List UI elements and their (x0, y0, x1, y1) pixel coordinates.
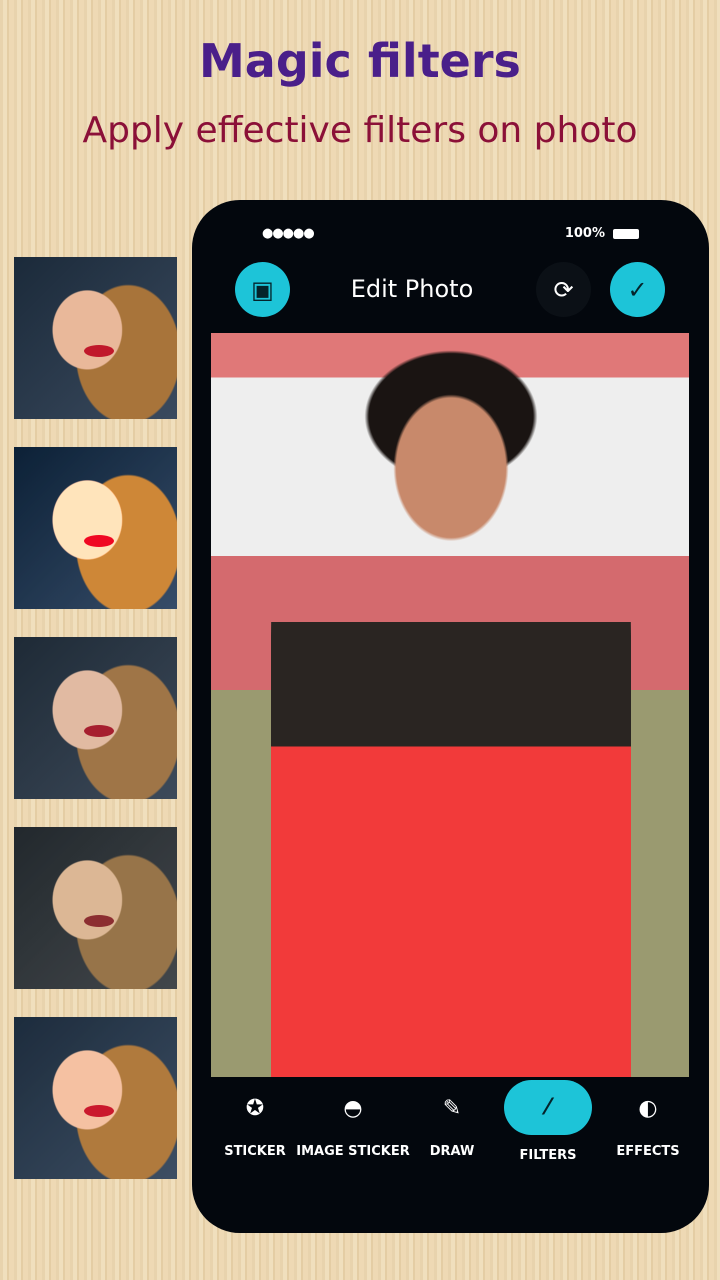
sticker-icon: ✪ (245, 1095, 265, 1121)
magic-wand-icon: ⁄ (504, 1080, 592, 1135)
tool-draw[interactable]: ✎ DRAW (417, 1080, 487, 1160)
filter-thumbnail[interactable] (14, 447, 177, 609)
refresh-icon: ⟳ (553, 275, 574, 304)
battery-icon (613, 228, 639, 239)
filter-thumbnail[interactable] (14, 1017, 177, 1179)
filter-thumbnail[interactable] (14, 257, 177, 419)
battery-text: 100% (564, 226, 605, 241)
image-edit-icon: ▣ (251, 275, 274, 304)
tool-effects[interactable]: ◐ EFFECTS (612, 1080, 684, 1160)
tool-image-sticker[interactable]: ◓ IMAGE STICKER (296, 1080, 410, 1160)
contrast-icon: ◐ (638, 1095, 658, 1121)
phone-frame: ●●●●● 100% ▣ Edit Photo ⟳ ✓ ✪ STICKER ◓ IM… (192, 200, 709, 1233)
signal-icon: ●●●●● (262, 226, 315, 241)
image-edit-button[interactable]: ▣ (235, 262, 290, 317)
check-icon: ✓ (627, 275, 648, 304)
page-title: Edit Photo (350, 275, 474, 303)
tool-filters[interactable]: ⁄ FILTERS (498, 1072, 598, 1163)
filter-thumbnail[interactable] (14, 827, 177, 989)
confirm-button[interactable]: ✓ (610, 262, 665, 317)
photo-canvas[interactable] (211, 333, 689, 1077)
refresh-button[interactable]: ⟳ (536, 262, 591, 317)
tool-sticker[interactable]: ✪ STICKER (220, 1080, 290, 1160)
image-sticker-icon: ◓ (343, 1095, 363, 1121)
status-bar: ●●●●● 100% (262, 226, 639, 242)
filter-thumbnail[interactable] (14, 637, 177, 799)
headline: Magic filters (199, 34, 521, 88)
photo-subject (271, 343, 631, 1077)
pencil-icon: ✎ (442, 1095, 462, 1121)
subheadline: Apply effective filters on photo (82, 110, 638, 151)
bottom-toolbar: ✪ STICKER ◓ IMAGE STICKER ✎ DRAW ⁄ FILTERS ◐… (192, 1080, 709, 1180)
